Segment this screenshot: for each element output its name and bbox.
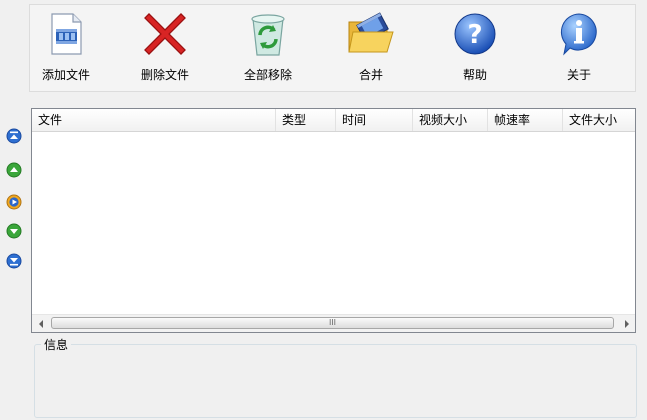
remove-all-label: 全部移除: [243, 68, 292, 82]
toolbar: 添加文件 删除文件 全部移除 合并 ? 帮助 关于: [29, 4, 636, 92]
file-list[interactable]: 文件 类型 时间 视频大小 帧速率 文件大小 III: [31, 108, 636, 333]
column-header-time[interactable]: 时间: [336, 109, 413, 131]
delete-files-button[interactable]: 删除文件: [120, 9, 210, 89]
horizontal-scrollbar[interactable]: III: [32, 314, 635, 332]
merge-button[interactable]: 合并: [326, 9, 416, 89]
scroll-left-arrow-icon: [38, 319, 43, 328]
help-button[interactable]: ? 帮助: [430, 9, 520, 89]
column-header-frame-rate[interactable]: 帧速率: [488, 109, 563, 131]
info-icon: [554, 9, 604, 59]
merge-folder-icon: [346, 9, 396, 59]
column-header-file[interactable]: 文件: [32, 109, 276, 131]
move-down-icon: [6, 223, 22, 239]
add-file-icon: [41, 9, 91, 59]
move-up-button[interactable]: [6, 162, 22, 178]
move-bottom-button[interactable]: [6, 253, 22, 269]
about-label: 关于: [566, 68, 591, 82]
move-top-icon: [6, 128, 22, 144]
about-button[interactable]: 关于: [534, 9, 624, 89]
remove-all-button[interactable]: 全部移除: [223, 9, 313, 89]
recycle-bin-icon: [243, 9, 293, 59]
play-button[interactable]: [6, 194, 22, 210]
add-files-button[interactable]: 添加文件: [21, 9, 111, 89]
scroll-right-button[interactable]: [618, 315, 635, 332]
column-header-file-size[interactable]: 文件大小: [563, 109, 635, 131]
info-panel-title: 信息: [41, 336, 72, 353]
column-header-video-size[interactable]: 视频大小: [413, 109, 488, 131]
move-top-button[interactable]: [6, 128, 22, 144]
help-label: 帮助: [462, 68, 487, 82]
move-up-icon: [6, 162, 22, 178]
scroll-left-button[interactable]: [32, 315, 49, 332]
info-panel: 信息: [34, 336, 637, 418]
play-icon: [6, 194, 22, 210]
merge-label: 合并: [358, 68, 383, 82]
svg-text:?: ?: [467, 20, 482, 50]
add-files-label: 添加文件: [41, 68, 90, 82]
list-header: 文件 类型 时间 视频大小 帧速率 文件大小: [32, 109, 635, 132]
help-question-icon: ?: [450, 9, 500, 59]
move-bottom-icon: [6, 253, 22, 269]
scrollbar-thumb[interactable]: III: [51, 317, 614, 329]
scroll-right-arrow-icon: [624, 319, 629, 328]
column-header-type[interactable]: 类型: [276, 109, 336, 131]
delete-x-icon: [140, 9, 190, 59]
delete-files-label: 删除文件: [140, 68, 189, 82]
move-down-button[interactable]: [6, 223, 22, 239]
